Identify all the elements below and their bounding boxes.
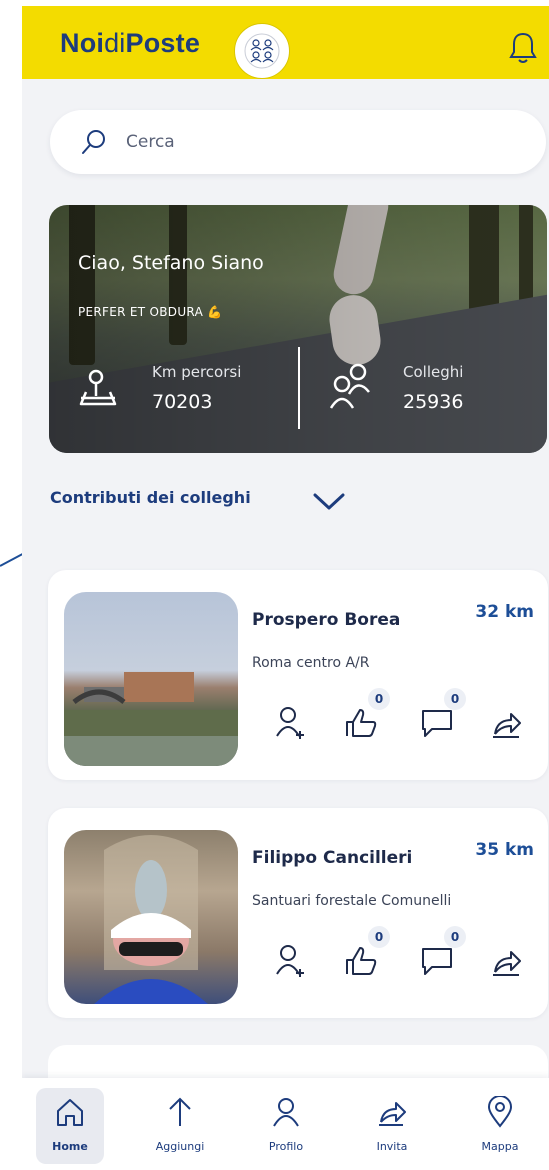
community-badge-icon [235,24,289,78]
nav-home[interactable]: Home [30,1084,110,1164]
activity-photo[interactable] [64,592,238,766]
km-label: Km percorsi [152,363,242,381]
share-icon[interactable] [490,706,524,740]
user-icon [273,1098,299,1127]
nav-label: Profilo [268,1140,304,1153]
home-icon [57,1099,83,1126]
flexed-biceps-icon: 💪 [207,305,223,319]
route-name: Roma centro A/R [252,655,370,671]
colleagues-label: Colleghi [403,363,464,381]
nav-map[interactable]: Mappa [460,1084,540,1164]
like-icon[interactable] [344,944,378,978]
comment-icon[interactable] [420,944,454,978]
stats-banner: Ciao, Stefano Siano PERFER ET OBDURA 💪 K… [49,205,547,453]
add-friend-icon[interactable] [274,706,308,740]
nav-label: Home [52,1140,88,1153]
like-icon[interactable] [344,706,378,740]
colleague-name: Filippo Cancilleri [252,848,413,868]
route-icon [79,369,117,406]
motto-text: PERFER ET OBDURA 💪 [78,305,223,319]
section-title[interactable]: Contributi dei colleghi [50,488,251,507]
app-frame: NoidiPoste Cerca Ciao, Stefano Siano PER… [22,0,549,1170]
nav-label: Invita [376,1140,408,1153]
activity-photo[interactable] [64,830,238,1004]
share-icon [379,1102,406,1126]
search-bar[interactable]: Cerca [50,110,546,174]
nav-add[interactable]: Aggiungi [140,1084,220,1164]
distance-badge: 32 km [475,602,534,622]
colleagues-value: 25936 [403,391,464,413]
notification-bell-icon[interactable] [508,30,538,66]
app-logo: NoidiPoste [60,28,201,58]
km-value: 70203 [152,391,213,413]
left-margin [0,0,22,1170]
share-icon[interactable] [490,944,524,978]
distance-badge: 35 km [475,840,534,860]
nav-label: Mappa [481,1140,519,1153]
search-icon [82,130,105,154]
comment-icon[interactable] [420,706,454,740]
map-pin-icon [487,1096,513,1128]
feed-card[interactable]: Filippo Cancilleri 35 km Santuari forest… [48,808,548,1018]
bottom-navigation: Home Aggiungi Profilo Invita Mappa [22,1078,549,1170]
nav-invite[interactable]: Invita [352,1084,432,1164]
add-friend-icon[interactable] [274,944,308,978]
nav-profile[interactable]: Profilo [246,1084,326,1164]
stats-divider [298,347,300,429]
greeting-text: Ciao, Stefano Siano [78,252,264,274]
route-name: Santuari forestale Comunelli [252,893,452,909]
colleague-name: Prospero Borea [252,610,401,630]
app-header: NoidiPoste [22,0,549,79]
nav-label: Aggiungi [155,1140,205,1153]
chevron-down-icon[interactable] [312,492,346,512]
colleagues-icon [329,363,370,409]
search-placeholder: Cerca [126,132,175,152]
feed-card[interactable]: Prospero Borea 32 km Roma centro A/R 0 0 [48,570,548,780]
arrow-up-icon [169,1097,191,1126]
